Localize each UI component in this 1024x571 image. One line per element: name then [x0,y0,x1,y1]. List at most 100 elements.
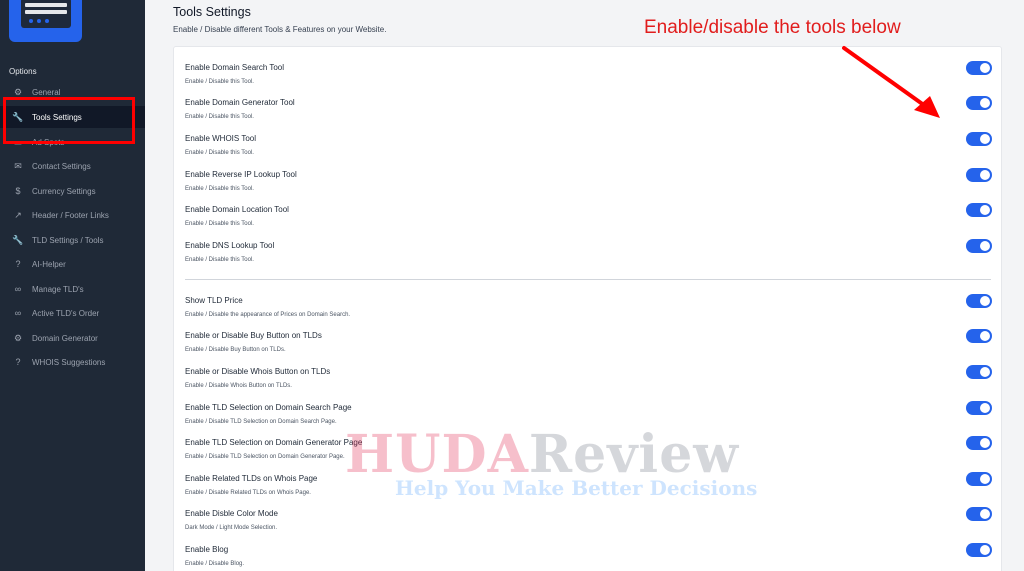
toggle-knob [980,63,990,73]
setting-description: Enable / Disable this Tool. [185,186,254,192]
sidebar-item-label: Active TLD's Order [32,308,100,318]
sidebar-item-label: TLD Settings / Tools [32,235,104,245]
toggle-knob [980,509,990,519]
setting-row: Enable Reverse IP Lookup Tool Enable / Di… [185,168,995,204]
toggle-knob [980,474,990,484]
setting-row: Enable Domain Location Tool Enable / Disa… [185,203,995,239]
setting-toggle[interactable] [966,239,992,253]
sidebar-item-label: Domain Generator [32,333,98,343]
setting-row: Show TLD Price Enable / Disable the appea… [185,294,995,330]
setting-row: Enable Disble Color Mode Dark Mode / Ligh… [185,507,995,543]
sidebar-section-label: Options [9,67,37,76]
setting-toggle[interactable] [966,507,992,521]
setting-description: Enable / Disable this Tool. [185,114,254,120]
annotation-text: Enable/disable the tools below [644,17,901,38]
setting-toggle[interactable] [966,365,992,379]
setting-label: Enable Blog [185,545,229,554]
setting-description: Enable / Disable TLD Selection on Domain… [185,419,337,425]
toggle-knob [980,205,990,215]
app-logo[interactable] [9,0,82,42]
wrench-icon: 🔧 [12,234,24,245]
setting-description: Enable / Disable this Tool. [185,79,254,85]
link-icon: ∞ [14,308,22,318]
setting-label: Enable Disble Color Mode [185,509,278,518]
toggle-knob [980,134,990,144]
watermark-tagline: Help You Make Better Decisions [395,476,758,500]
setting-toggle[interactable] [966,96,992,110]
setting-description: Enable / Disable the appearance of Price… [185,312,351,318]
sidebar-item-active-tld-s-order[interactable]: ∞ Active TLD's Order [0,302,145,324]
setting-toggle[interactable] [966,294,992,308]
sidebar-item-label: Contact Settings [32,161,91,171]
sidebar-item-ai-helper[interactable]: ? AI-Helper [0,253,145,275]
setting-toggle[interactable] [966,543,992,557]
sidebar-item-whois-suggestions[interactable]: ? WHOIS Suggestions [0,351,145,373]
setting-toggle[interactable] [966,401,992,415]
setting-description: Enable / Disable Whois Button on TLDs. [185,383,292,389]
setting-label: Enable Domain Search Tool [185,63,285,72]
setting-description: Enable / Disable this Tool. [185,150,254,156]
setting-toggle[interactable] [966,436,992,450]
setting-row: Enable or Disable Buy Button on TLDs Enab… [185,329,995,365]
sidebar-item-label: General [32,87,61,97]
sidebar-item-domain-generator[interactable]: ⚙ Domain Generator [0,327,145,349]
gear-icon: ⚙ [13,332,23,343]
sidebar-item-label: Manage TLD's [32,284,84,294]
external-link-icon: ↗ [14,209,22,220]
setting-toggle[interactable] [966,472,992,486]
setting-description: Enable / Disable this Tool. [185,221,254,227]
annotation-highlight-box [3,97,135,144]
toggle-knob [980,296,990,306]
sidebar-item-label: AI-Helper [32,259,66,269]
setting-row: Enable DNS Lookup Tool Enable / Disable t… [185,239,995,275]
page-subtitle: Enable / Disable different Tools & Featu… [173,25,387,34]
annotation-arrow [842,46,940,118]
toggle-knob [980,438,990,448]
setting-description: Dark Mode / Light Mode Selection. [185,525,278,531]
setting-row: Enable Blog Enable / Disable Blog. [185,543,995,571]
page-title: Tools Settings [173,5,251,19]
setting-label: Enable Domain Location Tool [185,205,289,214]
sidebar: Options ⚙ General 🔧 Tools Settings ▭ Ad Spots… [0,0,145,571]
setting-description: Enable / Disable this Tool. [185,257,254,263]
toggle-knob [980,170,990,180]
setting-label: Enable DNS Lookup Tool [185,241,275,250]
setting-description: Enable / Disable Related TLDs on Whois P… [185,490,311,496]
sidebar-item-label: Header / Footer Links [32,210,109,220]
help-circle-icon: ? [15,259,21,269]
setting-toggle[interactable] [966,132,992,146]
toggle-knob [980,403,990,413]
setting-toggle[interactable] [966,61,992,75]
setting-description: Enable / Disable Blog. [185,561,245,567]
setting-label: Enable Related TLDs on Whois Page [185,474,318,483]
section-divider [185,279,991,280]
setting-toggle[interactable] [966,329,992,343]
setting-toggle[interactable] [966,203,992,217]
dollar-icon: $ [15,186,21,196]
setting-label: Enable Domain Generator Tool [185,98,295,107]
toggle-knob [980,241,990,251]
setting-description: Enable / Disable Buy Button on TLDs. [185,347,286,353]
setting-description: Enable / Disable TLD Selection on Domain… [185,454,345,460]
setting-label: Enable Reverse IP Lookup Tool [185,170,297,179]
setting-row: Enable or Disable Whois Button on TLDs En… [185,365,995,401]
toggle-knob [980,331,990,341]
link-icon: ∞ [14,284,22,294]
setting-label: Enable TLD Selection on Domain Search Pa… [185,403,352,412]
setting-label: Enable TLD Selection on Domain Generator… [185,438,363,447]
setting-row: Enable WHOIS Tool Enable / Disable this T… [185,132,995,168]
sidebar-item-label: Currency Settings [32,186,96,196]
sidebar-item-header-footer-links[interactable]: ↗ Header / Footer Links [0,204,145,226]
setting-label: Enable or Disable Whois Button on TLDs [185,367,331,376]
setting-label: Show TLD Price [185,296,243,305]
toggle-knob [980,98,990,108]
sidebar-item-manage-tld-s[interactable]: ∞ Manage TLD's [0,278,145,300]
mail-icon: ✉ [14,160,22,171]
setting-toggle[interactable] [966,168,992,182]
sidebar-item-contact-settings[interactable]: ✉ Contact Settings [0,155,145,177]
sidebar-item-currency-settings[interactable]: $ Currency Settings [0,180,145,202]
toggle-knob [980,545,990,555]
setting-label: Enable WHOIS Tool [185,134,256,143]
help-circle-icon: ? [15,357,21,367]
sidebar-item-tld-settings-tools[interactable]: 🔧 TLD Settings / Tools [0,229,145,251]
